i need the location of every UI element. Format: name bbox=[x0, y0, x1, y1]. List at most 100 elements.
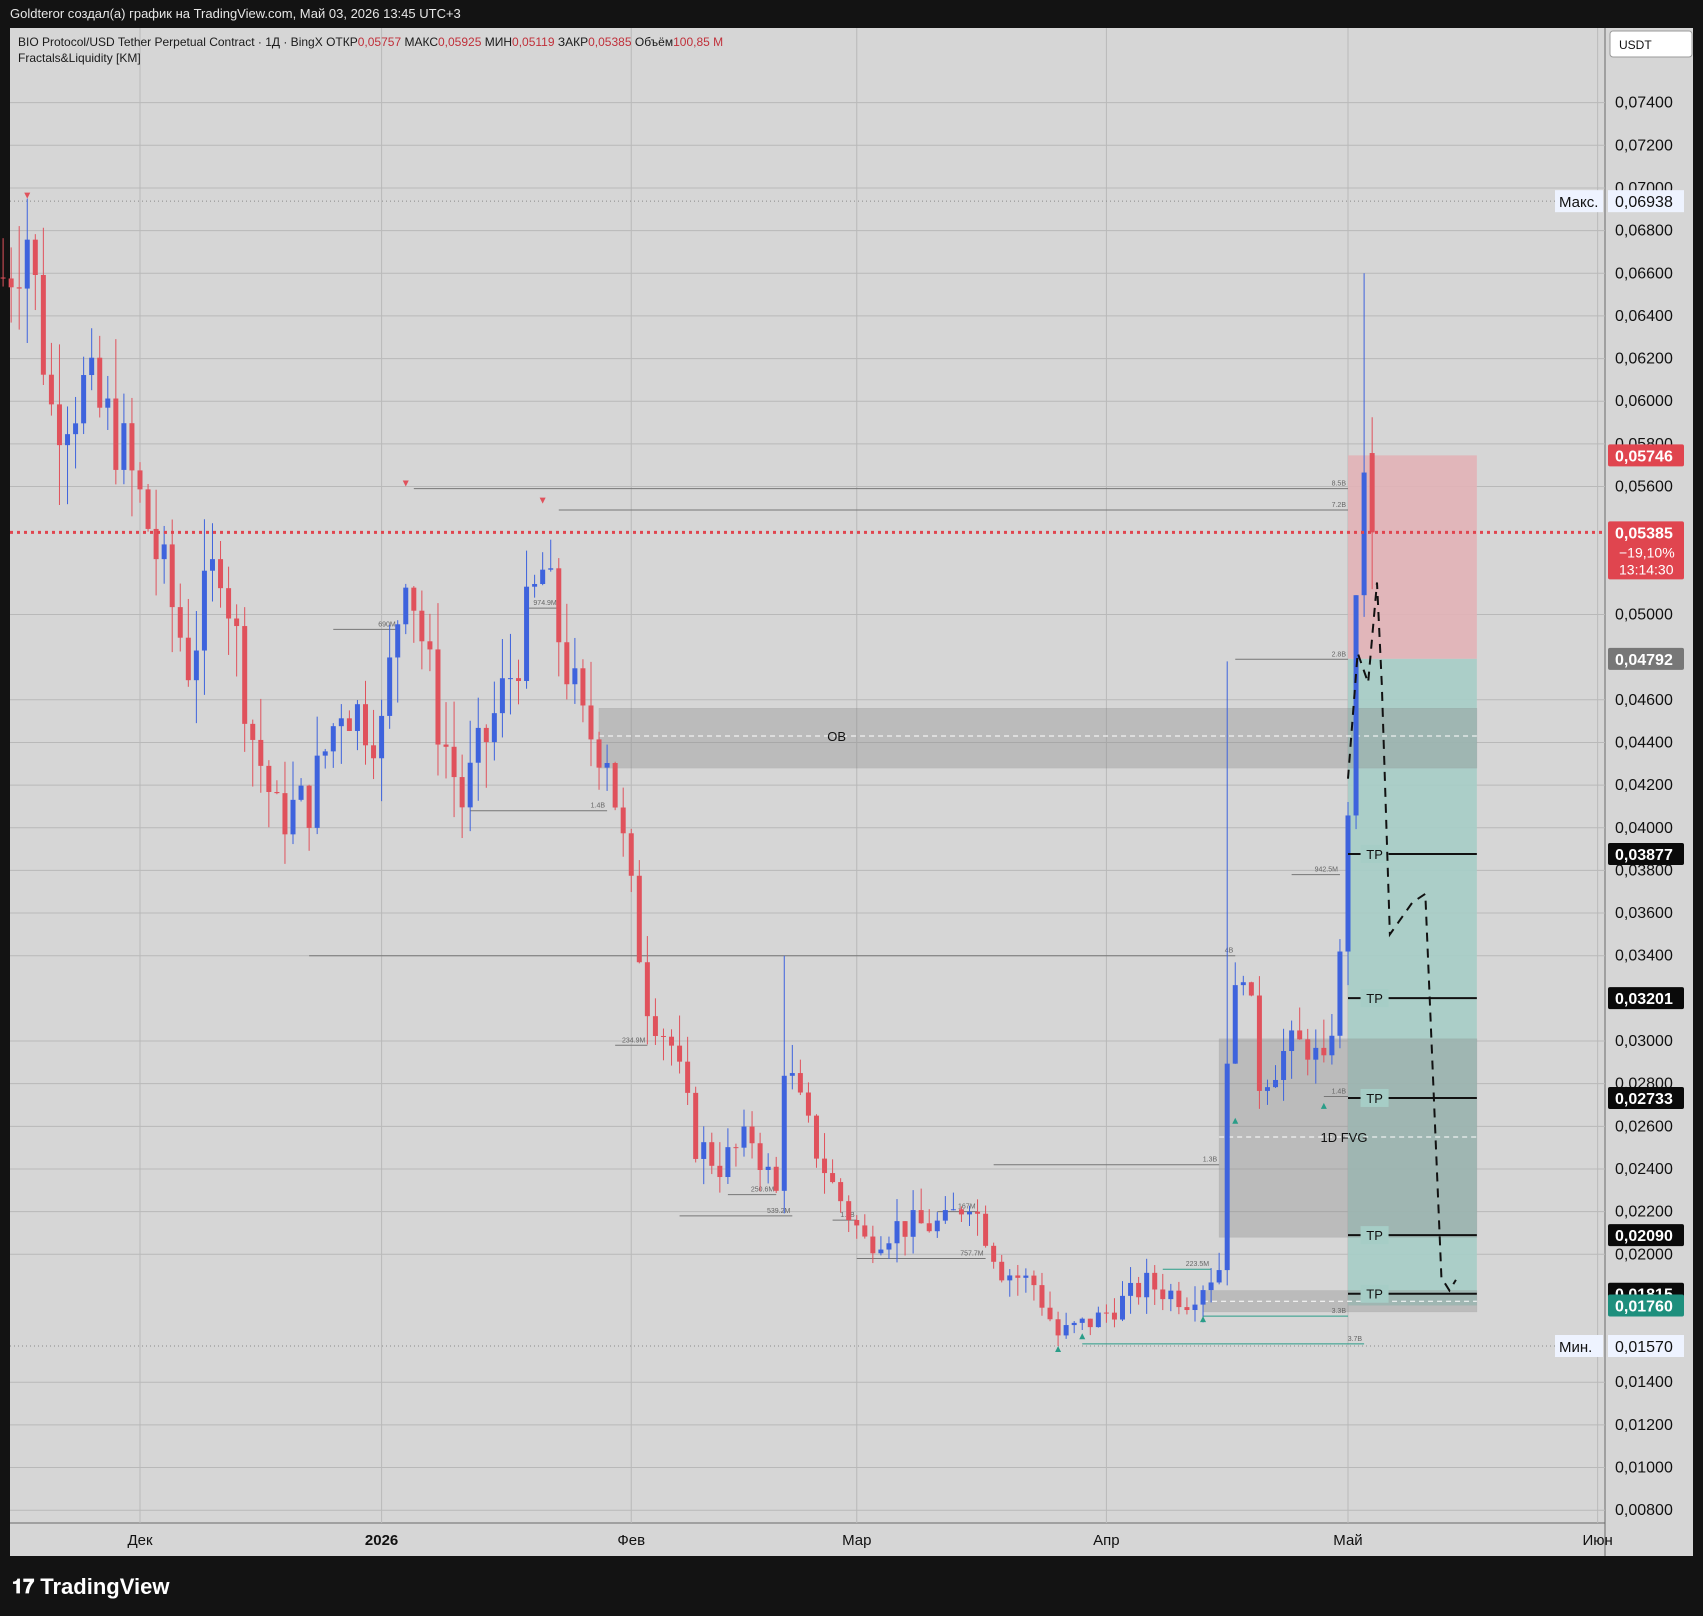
price-tick-label[interactable]: 0,07400 bbox=[1615, 95, 1673, 112]
price-tick-label[interactable]: 0,04200 bbox=[1615, 777, 1673, 794]
candle-body[interactable] bbox=[298, 785, 304, 800]
candle-body[interactable] bbox=[862, 1225, 868, 1237]
candle-body[interactable] bbox=[548, 568, 554, 570]
candle-body[interactable] bbox=[56, 404, 62, 446]
candle-body[interactable] bbox=[1152, 1272, 1158, 1290]
price-tick-label[interactable]: 0,04000 bbox=[1615, 820, 1673, 837]
time-tick-label[interactable]: Май bbox=[1333, 1532, 1362, 1549]
candle-body[interactable] bbox=[991, 1245, 997, 1262]
candle-body[interactable] bbox=[314, 755, 320, 828]
candle-body[interactable] bbox=[73, 423, 79, 435]
candle-body[interactable] bbox=[612, 763, 618, 808]
time-tick-label[interactable]: Апр bbox=[1093, 1532, 1119, 1549]
candle-body[interactable] bbox=[483, 727, 489, 743]
currency-label[interactable]: USDT bbox=[1619, 38, 1652, 52]
price-tick-label[interactable]: 0,06600 bbox=[1615, 265, 1673, 282]
candle-body[interactable] bbox=[1192, 1304, 1198, 1311]
price-tick-label[interactable]: 0,01000 bbox=[1615, 1460, 1673, 1477]
price-tick-label[interactable]: 0,01200 bbox=[1615, 1417, 1673, 1434]
candle-body[interactable] bbox=[757, 1143, 763, 1170]
candle-body[interactable] bbox=[652, 1016, 658, 1036]
candle-body[interactable] bbox=[40, 274, 46, 375]
candle-body[interactable] bbox=[524, 586, 530, 681]
price-tick-label[interactable]: 0,03600 bbox=[1615, 905, 1673, 922]
candle-body[interactable] bbox=[765, 1166, 771, 1170]
candle-body[interactable] bbox=[717, 1165, 723, 1178]
candle-body[interactable] bbox=[16, 287, 22, 289]
candle-body[interactable] bbox=[1281, 1051, 1287, 1080]
candle-body[interactable] bbox=[701, 1142, 707, 1159]
candle-body[interactable] bbox=[201, 570, 207, 651]
candle-body[interactable] bbox=[604, 763, 610, 768]
candle-body[interactable] bbox=[1111, 1312, 1117, 1320]
candle-body[interactable] bbox=[999, 1261, 1005, 1281]
candle-body[interactable] bbox=[1095, 1312, 1101, 1328]
candle-body[interactable] bbox=[830, 1173, 836, 1183]
candle-body[interactable] bbox=[169, 544, 175, 608]
price-tick-label[interactable]: 0,06400 bbox=[1615, 308, 1673, 325]
candle-body[interactable] bbox=[846, 1201, 852, 1221]
price-tick-label[interactable]: 0,04600 bbox=[1615, 692, 1673, 709]
candle-body[interactable] bbox=[596, 739, 602, 768]
candle-body[interactable] bbox=[491, 713, 497, 743]
candle-body[interactable] bbox=[435, 649, 441, 745]
candle-body[interactable] bbox=[1305, 1039, 1311, 1060]
candle-body[interactable] bbox=[371, 745, 377, 759]
candle-body[interactable] bbox=[958, 1209, 964, 1215]
candle-body[interactable] bbox=[1071, 1322, 1077, 1326]
candle-body[interactable] bbox=[1208, 1282, 1214, 1291]
candle-body[interactable] bbox=[1015, 1275, 1021, 1278]
price-tick-label[interactable]: 0,02000 bbox=[1615, 1246, 1673, 1263]
candle-body[interactable] bbox=[789, 1073, 795, 1076]
candle-body[interactable] bbox=[1144, 1272, 1150, 1298]
candle-body[interactable] bbox=[644, 962, 650, 1017]
time-tick-label[interactable]: Фев bbox=[617, 1532, 645, 1549]
price-tick-label[interactable]: 0,05600 bbox=[1615, 479, 1673, 496]
candle-body[interactable] bbox=[532, 584, 538, 587]
candle-body[interactable] bbox=[620, 807, 626, 834]
candle-body[interactable] bbox=[942, 1210, 948, 1221]
candle-body[interactable] bbox=[258, 739, 264, 766]
candle-body[interactable] bbox=[966, 1211, 972, 1215]
candle-body[interactable] bbox=[1200, 1290, 1206, 1305]
candle-body[interactable] bbox=[540, 569, 546, 585]
candle-body[interactable] bbox=[403, 587, 409, 625]
candle-body[interactable] bbox=[588, 705, 594, 740]
candle-body[interactable] bbox=[387, 657, 393, 716]
candle-body[interactable] bbox=[306, 785, 312, 828]
candle-body[interactable] bbox=[669, 1036, 675, 1046]
time-tick-label[interactable]: 2026 bbox=[365, 1532, 398, 1549]
candle-body[interactable] bbox=[975, 1211, 981, 1214]
time-tick-label[interactable]: Июн bbox=[1582, 1532, 1612, 1549]
candle-body[interactable] bbox=[894, 1221, 900, 1244]
candle-body[interactable] bbox=[741, 1126, 747, 1148]
candle-body[interactable] bbox=[161, 544, 167, 560]
price-tick-label[interactable]: 0,03400 bbox=[1615, 948, 1673, 965]
candle-body[interactable] bbox=[24, 239, 30, 289]
candle-body[interactable] bbox=[516, 678, 522, 681]
candle-body[interactable] bbox=[499, 678, 505, 714]
price-tick-label[interactable]: 0,06000 bbox=[1615, 393, 1673, 410]
candle-body[interactable] bbox=[105, 398, 111, 408]
candle-body[interactable] bbox=[290, 799, 296, 835]
candle-body[interactable] bbox=[572, 668, 578, 685]
candle-body[interactable] bbox=[636, 875, 642, 963]
candle-body[interactable] bbox=[1160, 1289, 1166, 1300]
candle-body[interactable] bbox=[97, 357, 103, 408]
candle-body[interactable] bbox=[773, 1166, 779, 1191]
candle-body[interactable] bbox=[983, 1213, 989, 1246]
candle-body[interactable] bbox=[1128, 1282, 1134, 1296]
price-tick-label[interactable]: 0,03000 bbox=[1615, 1033, 1673, 1050]
candle-body[interactable] bbox=[234, 618, 240, 627]
candle-body[interactable] bbox=[660, 1035, 666, 1037]
candle-body[interactable] bbox=[1240, 982, 1246, 986]
candle-body[interactable] bbox=[556, 568, 562, 643]
candle-body[interactable] bbox=[507, 678, 513, 680]
candle-body[interactable] bbox=[1031, 1275, 1037, 1286]
candle-body[interactable] bbox=[1103, 1312, 1109, 1314]
candle-body[interactable] bbox=[411, 587, 417, 611]
candle-body[interactable] bbox=[1063, 1325, 1069, 1336]
candle-body[interactable] bbox=[918, 1210, 924, 1224]
price-tick-label[interactable]: 0,06800 bbox=[1615, 223, 1673, 240]
candle-body[interactable] bbox=[1256, 995, 1262, 1091]
